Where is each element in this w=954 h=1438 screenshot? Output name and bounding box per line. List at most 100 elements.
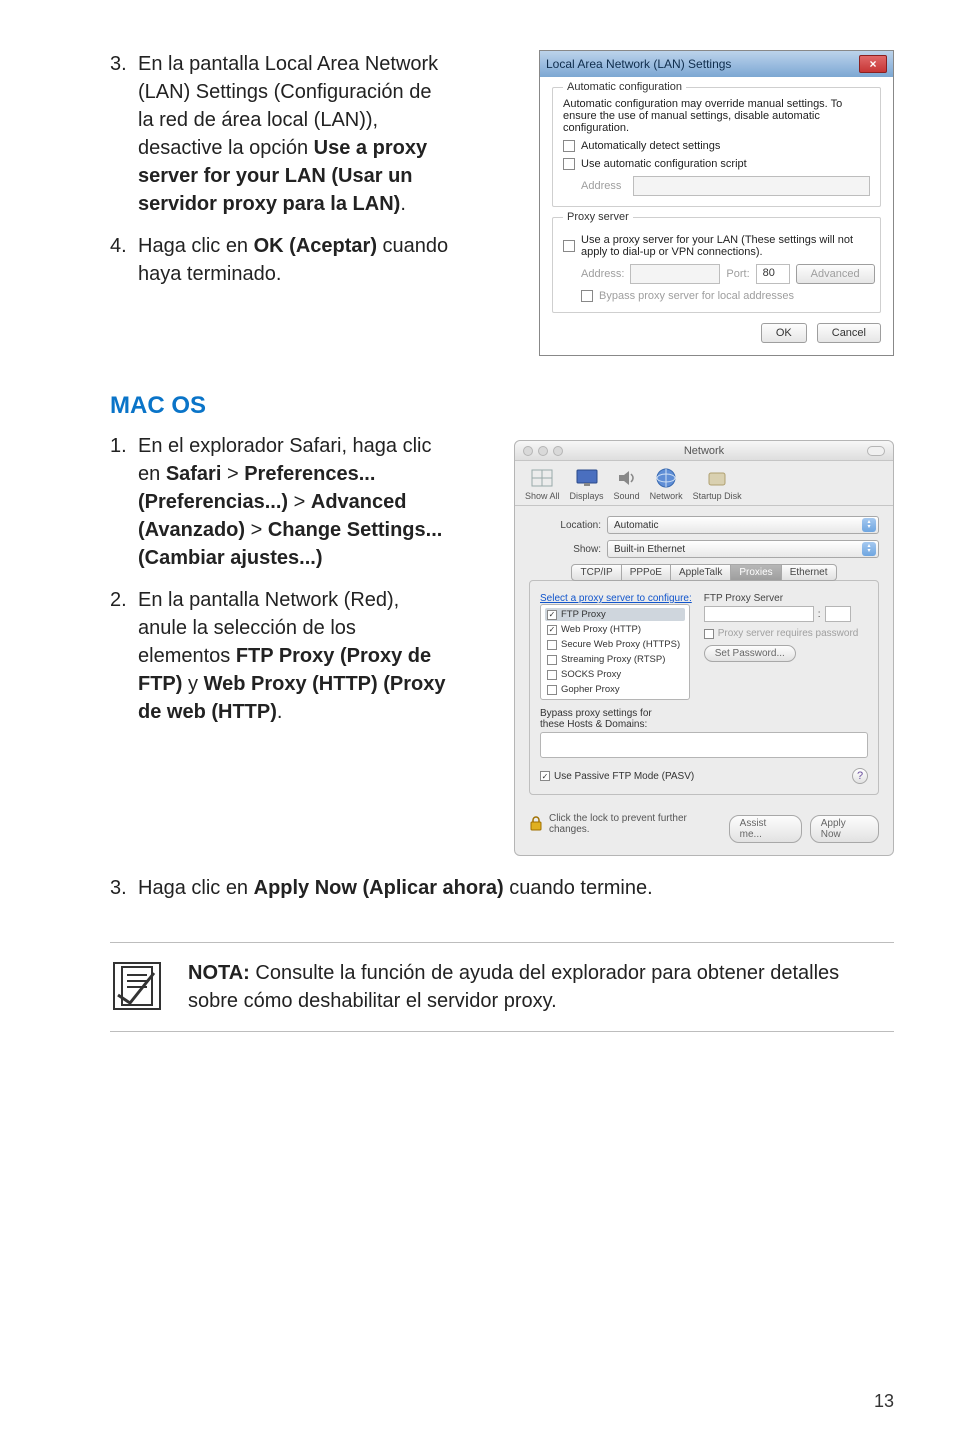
auto-script-checkbox[interactable] [563, 158, 575, 170]
lock-text: Click the lock to prevent further change… [549, 813, 729, 835]
mac3-text-a: Haga clic en [138, 877, 254, 899]
toolbar-toggle-icon[interactable] [867, 446, 885, 456]
stream-proxy-label: Streaming Proxy (RTSP) [561, 654, 665, 665]
mac1-gt2: > [288, 491, 311, 513]
tab-tcpip[interactable]: TCP/IP [571, 564, 621, 581]
tab-ethernet[interactable]: Ethernet [782, 564, 837, 581]
pasv-label: Use Passive FTP Mode (PASV) [554, 771, 694, 782]
bypass-settings-label: Bypass proxy settings for these Hosts & … [540, 708, 868, 730]
note-text: NOTA: Consulte la función de ayuda del e… [188, 959, 894, 1015]
tab-appletalk[interactable]: AppleTalk [671, 564, 731, 581]
secure-proxy-checkbox[interactable] [547, 640, 557, 650]
toolbar-showall-label: Show All [525, 491, 560, 501]
mac1-gt1: > [221, 463, 244, 485]
proxy-address-input[interactable] [630, 264, 720, 284]
mac-titlebar[interactable]: Network [515, 441, 893, 461]
step3-body: En la pantalla Local Area Network (LAN) … [138, 50, 449, 218]
cancel-button[interactable]: Cancel [817, 323, 881, 343]
traffic-lights[interactable] [523, 446, 563, 456]
requires-password-label: Proxy server requires password [718, 628, 859, 639]
zoom-light-icon[interactable] [553, 446, 563, 456]
proxy-port-input[interactable]: 80 [756, 264, 790, 284]
set-password-button[interactable]: Set Password... [704, 645, 796, 662]
mac-toolbar: Show All Displays Sound [515, 461, 893, 506]
script-address-input[interactable] [633, 176, 870, 196]
socks-proxy-label: SOCKS Proxy [561, 669, 621, 680]
close-icon[interactable]: × [859, 55, 887, 73]
list-item-web[interactable]: ✓ Web Proxy (HTTP) [545, 623, 685, 636]
requires-password-checkbox[interactable] [704, 629, 714, 639]
location-label: Location: [529, 520, 601, 531]
tab-proxies[interactable]: Proxies [731, 564, 781, 581]
proxy-colon: : [818, 609, 821, 620]
tabs: TCP/IP PPPoE AppleTalk Proxies Ethernet [529, 564, 879, 581]
list-item-stream[interactable]: Streaming Proxy (RTSP) [545, 653, 685, 666]
list-item-ftp[interactable]: ✓ FTP Proxy [545, 608, 685, 621]
mac1-bold-a: Safari [166, 463, 222, 485]
select-arrows-icon: ▴▾ [862, 542, 876, 556]
step4-number: 4. [110, 232, 138, 288]
toolbar-network[interactable]: Network [650, 467, 683, 501]
gopher-proxy-checkbox[interactable] [547, 685, 557, 695]
advanced-button[interactable]: Advanced [796, 264, 875, 284]
dialog-title: Local Area Network (LAN) Settings [546, 57, 731, 71]
display-icon [574, 467, 600, 489]
web-proxy-checkbox[interactable]: ✓ [547, 625, 557, 635]
proxy-port-input[interactable] [825, 606, 851, 622]
step3-dot: . [400, 193, 406, 215]
mac3-text-b: cuando termine. [504, 877, 653, 899]
dialog-titlebar[interactable]: Local Area Network (LAN) Settings × [540, 51, 893, 77]
ftp-proxy-checkbox[interactable]: ✓ [547, 610, 557, 620]
proxy-list[interactable]: ✓ FTP Proxy ✓ Web Proxy (HTTP) [540, 604, 690, 700]
startup-disk-icon [704, 467, 730, 489]
proxy-server-group: Proxy server Use a proxy server for your… [552, 217, 881, 313]
mac2-dot: . [277, 701, 283, 723]
toolbar-displays[interactable]: Displays [570, 467, 604, 501]
toolbar-sound[interactable]: Sound [614, 467, 640, 501]
list-item-gopher[interactable]: Gopher Proxy [545, 683, 685, 696]
close-light-icon[interactable] [523, 446, 533, 456]
mac-step2-body: En la pantalla Network (Red), anule la s… [138, 586, 449, 726]
list-item-secure[interactable]: Secure Web Proxy (HTTPS) [545, 638, 685, 651]
min-light-icon[interactable] [538, 446, 548, 456]
script-address-label: Address [581, 180, 627, 192]
toolbar-network-label: Network [650, 491, 683, 501]
ftp-proxy-server-label: FTP Proxy Server [704, 593, 868, 604]
auto-detect-checkbox[interactable] [563, 140, 575, 152]
socks-proxy-checkbox[interactable] [547, 670, 557, 680]
list-item-socks[interactable]: SOCKS Proxy [545, 668, 685, 681]
note-box: NOTA: Consulte la función de ayuda del e… [110, 942, 894, 1032]
location-select[interactable]: Automatic ▴▾ [607, 516, 879, 534]
note-body: Consulte la función de ayuda del explora… [188, 962, 839, 1012]
select-arrows-icon: ▴▾ [862, 518, 876, 532]
web-proxy-label: Web Proxy (HTTP) [561, 624, 641, 635]
step4-text-a: Haga clic en [138, 235, 254, 257]
show-value: Built-in Ethernet [614, 544, 685, 555]
lock-icon[interactable] [529, 815, 543, 834]
show-select[interactable]: Built-in Ethernet ▴▾ [607, 540, 879, 558]
bypass-local-checkbox[interactable] [581, 290, 593, 302]
bypass-hosts-input[interactable] [540, 732, 868, 758]
toolbar-startup[interactable]: Startup Disk [693, 467, 742, 501]
use-proxy-checkbox[interactable] [563, 240, 575, 252]
mac2-text-b: y [182, 673, 203, 695]
network-icon [653, 467, 679, 489]
proxy-address-label: Address: [581, 268, 624, 280]
apply-now-button[interactable]: Apply Now [810, 815, 879, 843]
help-icon[interactable]: ? [852, 768, 868, 784]
stream-proxy-checkbox[interactable] [547, 655, 557, 665]
tab-pppoe[interactable]: PPPoE [622, 564, 671, 581]
assist-me-button[interactable]: Assist me... [729, 815, 802, 843]
mac-network-dialog: Network Show All Displays [514, 440, 894, 856]
toolbar-showall[interactable]: Show All [525, 467, 560, 501]
auto-detect-label: Automatically detect settings [581, 140, 720, 152]
proxy-host-input[interactable] [704, 606, 814, 622]
macos-heading: MAC OS [110, 392, 894, 420]
pasv-checkbox[interactable]: ✓ [540, 771, 550, 781]
note-label: NOTA: [188, 962, 250, 984]
location-value: Automatic [614, 520, 658, 531]
use-proxy-desc: Use a proxy server for your LAN (These s… [581, 234, 870, 258]
select-proxy-link[interactable]: Select a proxy server to configure: [540, 593, 692, 604]
ok-button[interactable]: OK [761, 323, 807, 343]
secure-proxy-label: Secure Web Proxy (HTTPS) [561, 639, 680, 650]
